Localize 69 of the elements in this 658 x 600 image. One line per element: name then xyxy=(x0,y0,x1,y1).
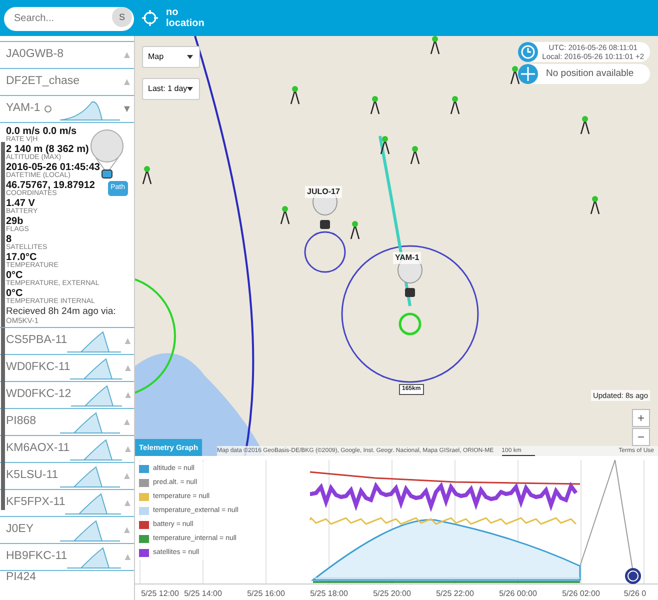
callsign[interactable]: WD0FKC-12 xyxy=(6,386,72,404)
field-value: 29b xyxy=(6,217,24,226)
callsign[interactable]: PI424 xyxy=(6,568,36,586)
x-tick-label: 5/25 20:00 xyxy=(373,589,411,598)
location-status: no location xyxy=(166,7,206,29)
zoom-in-button[interactable]: + xyxy=(632,409,650,427)
field-value: 0.0 m/s 0.0 m/s xyxy=(6,127,77,136)
field-value: 46.75767, 19.87912 xyxy=(6,181,95,190)
sparkline xyxy=(70,357,122,381)
field-value: 17.0°C xyxy=(6,253,37,262)
antenna-icon[interactable] xyxy=(370,96,380,115)
callsign[interactable]: HB9FKC-11 xyxy=(6,548,68,566)
callsign[interactable]: KM6AOX-11 xyxy=(6,440,70,458)
antenna-icon[interactable] xyxy=(290,86,300,105)
zoom-out-button[interactable]: − xyxy=(632,428,650,446)
callsign[interactable]: DF2ET_chase xyxy=(6,73,80,91)
marker-label: JULO-17 xyxy=(305,186,342,198)
callsign[interactable]: PI868 xyxy=(6,413,36,431)
ring-icon xyxy=(44,105,52,113)
field-value: 1.47 V xyxy=(6,199,35,208)
field-value: 2016-05-26 01:45:43 xyxy=(6,163,100,172)
antenna-icon[interactable] xyxy=(510,66,520,85)
antenna-icon[interactable] xyxy=(430,36,440,55)
antenna-icon[interactable] xyxy=(410,146,420,165)
x-tick-label: 5/25 16:00 xyxy=(247,589,285,598)
field-value: 0°C xyxy=(6,289,23,298)
callsign[interactable]: WD0FKC-11 xyxy=(6,359,70,377)
callsign[interactable]: CS5PBA-11 xyxy=(6,332,68,350)
antenna-icon[interactable] xyxy=(380,136,390,155)
map-type-dropdown[interactable]: Map xyxy=(142,46,200,68)
antenna-icon[interactable] xyxy=(450,96,460,115)
callsign[interactable]: KF5FPX-11 xyxy=(6,494,66,512)
marker-label: YAM-1 xyxy=(393,252,422,264)
antenna-icon[interactable] xyxy=(590,196,600,215)
position-status: No position available xyxy=(546,66,634,81)
sparkline xyxy=(71,384,122,408)
antenna-icon[interactable] xyxy=(142,166,152,185)
x-tick-label: 5/26 00:00 xyxy=(499,589,537,598)
sparkline xyxy=(65,492,121,516)
callsign[interactable]: J0EY xyxy=(6,521,34,539)
crosshair-icon[interactable] xyxy=(142,10,158,26)
field-value: 8 xyxy=(6,235,12,244)
field-value: 0°C xyxy=(6,271,23,280)
antenna-icon[interactable] xyxy=(580,116,590,135)
field-value: 2 140 m (8 362 m) xyxy=(6,145,89,154)
x-tick-label: 5/26 0 xyxy=(624,589,646,598)
x-tick-label: 5/26 02:00 xyxy=(562,589,600,598)
sparkline xyxy=(60,411,120,435)
time-range-dropdown[interactable]: Last: 1 day xyxy=(142,78,200,100)
toggle-arrow[interactable]: ▼ xyxy=(120,102,134,116)
x-tick-label: 5/25 12:00 xyxy=(141,589,179,598)
sparkline xyxy=(67,546,122,570)
caret-icon xyxy=(187,55,193,59)
sparkline xyxy=(67,330,122,354)
antenna-icon[interactable] xyxy=(280,206,290,225)
antenna-icon[interactable] xyxy=(350,221,360,240)
callsign[interactable]: K5LSU-11 xyxy=(6,467,58,485)
callsign[interactable]: YAM-1 xyxy=(6,100,40,118)
callsign[interactable]: JA0GWB-8 xyxy=(6,46,64,64)
logo-icon xyxy=(625,568,641,584)
x-tick-label: 5/25 22:00 xyxy=(436,589,474,598)
sparkline xyxy=(60,465,120,489)
x-tick-label: 5/25 14:00 xyxy=(184,589,222,598)
x-tick-label: 5/25 18:00 xyxy=(310,589,348,598)
scrollbar[interactable] xyxy=(1,142,5,510)
caret-icon xyxy=(187,87,193,91)
sparkline xyxy=(70,438,122,462)
received-text: Recieved 8h 24m ago via: xyxy=(6,307,117,317)
sparkline xyxy=(60,519,120,543)
